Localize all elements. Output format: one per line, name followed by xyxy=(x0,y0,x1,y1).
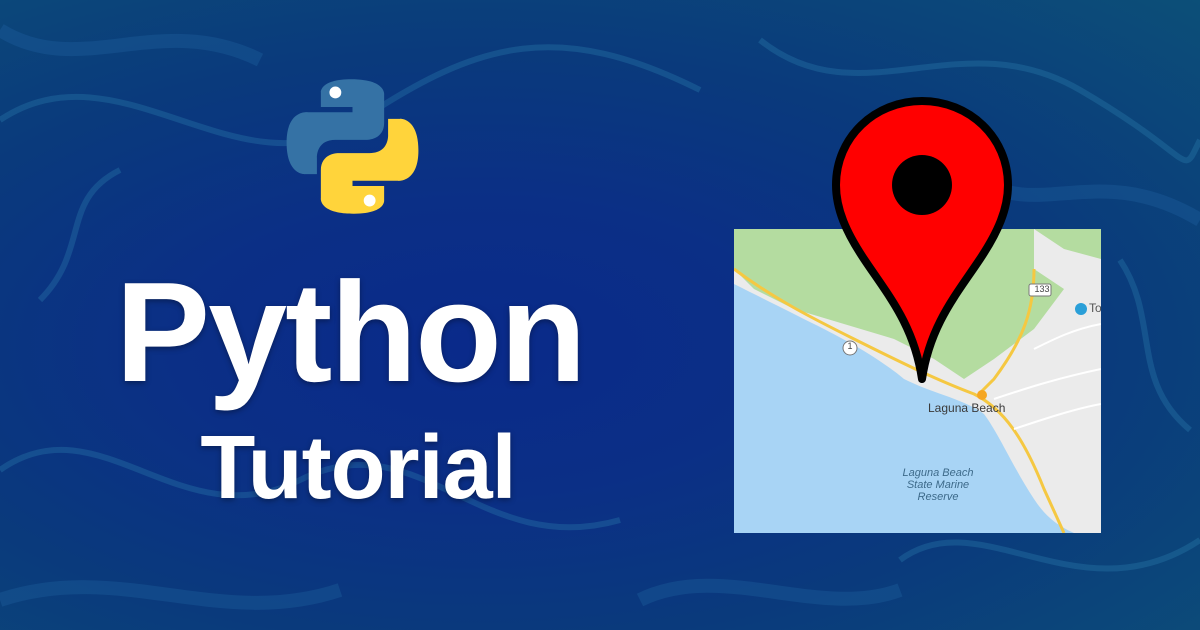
python-logo-icon xyxy=(286,79,419,214)
map-town-label: Laguna Beach xyxy=(928,401,1006,415)
page-title: Python xyxy=(115,253,586,412)
poi-icon xyxy=(1075,303,1087,315)
route-133-label: 133 xyxy=(1034,284,1050,294)
town-marker-icon xyxy=(977,390,987,400)
map-cut-label: To xyxy=(1089,301,1101,315)
map-pin-icon xyxy=(832,97,1012,383)
map-reserve-label: Laguna Beach State Marine Reserve xyxy=(902,467,974,503)
page-subtitle: Tutorial xyxy=(200,418,516,518)
